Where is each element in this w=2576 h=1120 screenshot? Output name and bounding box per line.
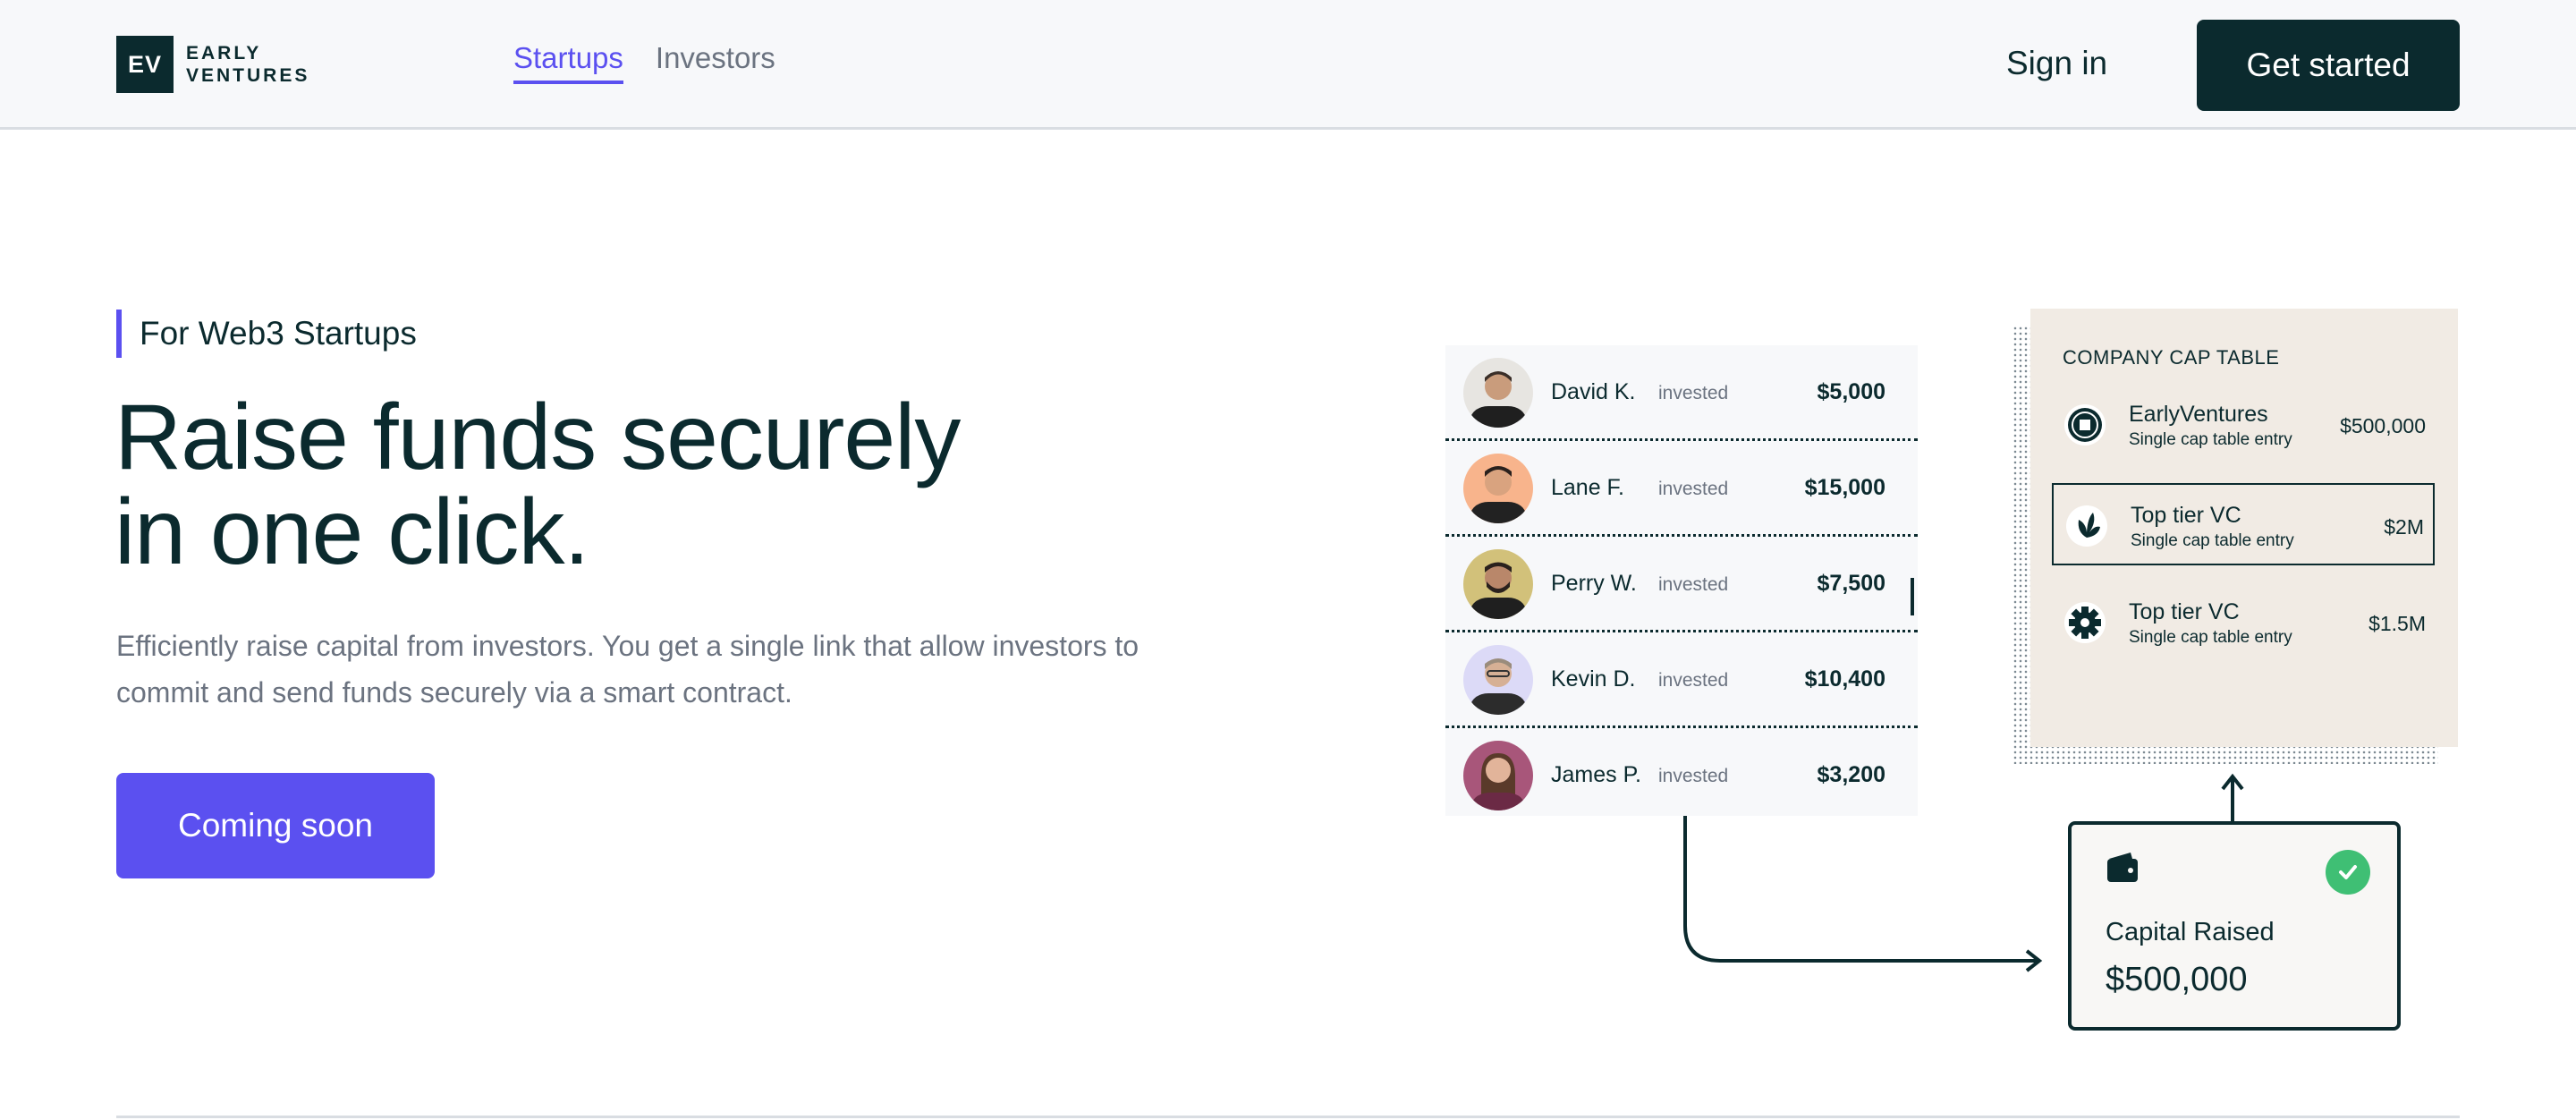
capital-raised-label: Capital Raised: [2106, 918, 2275, 946]
avatar: [1463, 358, 1533, 428]
cap-table-row: Top tier VC Single cap table entry $1.5M: [2052, 581, 2435, 664]
investor-verb: invested: [1658, 574, 1729, 595]
investor-verb: invested: [1658, 766, 1729, 786]
avatar: [1463, 454, 1533, 523]
leaf-icon: [2066, 505, 2107, 547]
cap-entry-value: $500,000: [2340, 414, 2426, 437]
list-item: Lane F. invested $15,000: [1445, 441, 1918, 537]
gear-icon: [2064, 602, 2106, 643]
capital-raised-card: Capital Raised $500,000: [2068, 821, 2401, 1031]
capital-raised-amount: $500,000: [2106, 961, 2248, 998]
cap-table-title: COMPANY CAP TABLE: [2063, 346, 2280, 369]
avatar: [1463, 741, 1533, 810]
check-icon: [2326, 850, 2370, 895]
cap-table-row: Top tier VC Single cap table entry $2M: [2052, 483, 2435, 565]
section-divider: [116, 1116, 2460, 1118]
scroll-indicator: [1911, 578, 1914, 615]
cap-table-row: EarlyVentures Single cap table entry $50…: [2052, 384, 2435, 466]
investor-amount: $10,400: [1804, 666, 1885, 692]
investor-name: Lane F.: [1551, 475, 1625, 500]
list-item: Perry W. invested $7,500: [1445, 537, 1918, 632]
investor-amount: $15,000: [1804, 475, 1885, 500]
list-item: Kevin D. invested $10,400: [1445, 632, 1918, 728]
investor-name: Perry W.: [1551, 571, 1637, 596]
cap-entry-value: $2M: [2384, 515, 2424, 539]
investor-verb: invested: [1658, 670, 1729, 691]
investor-name: Kevin D.: [1551, 666, 1636, 692]
wallet-icon: [2106, 850, 2141, 888]
investor-name: David K.: [1551, 379, 1636, 404]
cap-entry-name: Top tier VC: [2129, 599, 2240, 624]
investor-amount: $7,500: [1817, 571, 1885, 596]
cap-entry-sub: Single cap table entry: [2131, 531, 2294, 550]
cap-entry-value: $1.5M: [2368, 612, 2426, 635]
investor-name: James P.: [1551, 762, 1641, 787]
ev-coin-icon: [2064, 404, 2106, 445]
investors-to-capital-arrow: [1683, 816, 2038, 963]
cap-entry-sub: Single cap table entry: [2129, 430, 2292, 449]
investor-list: David K. invested $5,000 Lane F. investe…: [1445, 345, 1918, 816]
investor-verb: invested: [1658, 383, 1729, 403]
cap-entry-name: EarlyVentures: [2129, 402, 2268, 427]
investor-verb: invested: [1658, 479, 1729, 499]
list-item: David K. invested $5,000: [1445, 345, 1918, 441]
avatar: [1463, 549, 1533, 619]
avatar: [1463, 645, 1533, 715]
investor-amount: $3,200: [1817, 762, 1885, 787]
list-item: James P. invested $3,200: [1445, 728, 1918, 821]
cap-table-card: COMPANY CAP TABLE EarlyVentures Single c…: [2030, 309, 2458, 747]
cap-entry-sub: Single cap table entry: [2129, 628, 2292, 647]
investor-amount: $5,000: [1817, 379, 1885, 404]
cap-entry-name: Top tier VC: [2131, 503, 2241, 528]
